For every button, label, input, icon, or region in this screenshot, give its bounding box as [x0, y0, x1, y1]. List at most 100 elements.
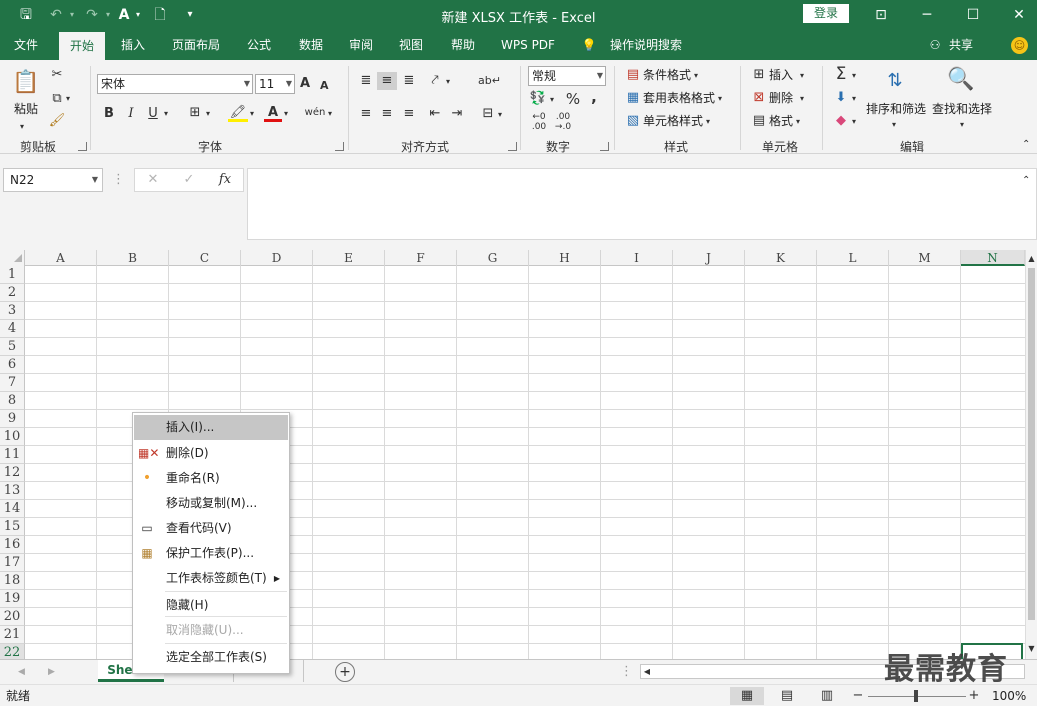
- find-dropdown-icon[interactable]: ▾: [960, 116, 964, 134]
- collapse-formula-bar-icon[interactable]: ⌃: [1022, 172, 1030, 190]
- row-header[interactable]: 17: [0, 554, 25, 572]
- context-menu-item[interactable]: 移动或复制(M)...: [134, 491, 288, 516]
- align-center-icon[interactable]: ≡: [377, 105, 397, 123]
- zoom-level[interactable]: 100%: [992, 687, 1026, 705]
- font-color-icon[interactable]: A: [264, 104, 282, 122]
- format-painter-icon[interactable]: 🖌: [48, 112, 66, 130]
- formula-input[interactable]: [247, 168, 1037, 240]
- align-top-icon[interactable]: ≣: [356, 72, 376, 90]
- next-sheet-icon[interactable]: ▶: [48, 663, 55, 681]
- increase-indent-icon[interactable]: ⇥: [447, 105, 467, 123]
- align-left-icon[interactable]: ≡: [356, 105, 376, 123]
- insert-cells-icon[interactable]: ⊞: [750, 66, 768, 84]
- font-name-combo[interactable]: 宋体 ▼: [97, 74, 253, 94]
- format-cells-button[interactable]: 格式: [769, 112, 793, 130]
- row-header[interactable]: 22: [0, 644, 25, 659]
- grow-font-icon[interactable]: A: [300, 75, 310, 93]
- column-header[interactable]: G: [457, 250, 529, 266]
- scroll-down-icon[interactable]: ▼: [1026, 640, 1037, 658]
- paste-icon[interactable]: 📋: [12, 68, 40, 98]
- close-icon[interactable]: ✕: [996, 0, 1037, 30]
- paste-button[interactable]: 粘贴: [14, 100, 38, 118]
- row-header[interactable]: 16: [0, 536, 25, 554]
- decrease-decimal-icon[interactable]: .00 →.0: [552, 112, 574, 132]
- context-menu-item[interactable]: ▦ 保护工作表(P)...: [134, 541, 288, 566]
- row-header[interactable]: 3: [0, 302, 25, 320]
- zoom-in-icon[interactable]: +: [968, 687, 980, 705]
- wrap-text-icon[interactable]: ab↵: [478, 72, 501, 90]
- context-menu-item[interactable]: 工作表标签颜色(T) ▶: [134, 566, 288, 591]
- row-header[interactable]: 18: [0, 572, 25, 590]
- scroll-left-icon[interactable]: ◀: [642, 663, 652, 681]
- row-header[interactable]: 12: [0, 464, 25, 482]
- borders-icon[interactable]: ⊞: [186, 104, 204, 122]
- font-size-combo[interactable]: 11 ▼: [255, 74, 295, 94]
- clear-dropdown-icon[interactable]: ▾: [852, 113, 856, 131]
- normal-view-icon[interactable]: ▦: [730, 687, 764, 705]
- number-launcher-icon[interactable]: [600, 142, 609, 151]
- sort-filter-icon[interactable]: ⇅: [878, 66, 912, 96]
- tab-file[interactable]: 文件: [4, 30, 48, 60]
- alignment-launcher-icon[interactable]: [508, 142, 517, 151]
- zoom-slider-thumb[interactable]: [914, 690, 918, 702]
- column-header[interactable]: M: [889, 250, 961, 266]
- column-header[interactable]: H: [529, 250, 601, 266]
- autosum-icon[interactable]: Σ: [832, 65, 850, 83]
- name-box[interactable]: N22 ▼: [3, 168, 103, 192]
- ribbon-display-options-icon[interactable]: ⊡: [858, 0, 904, 30]
- insert-dropdown-icon[interactable]: ▾: [800, 67, 804, 85]
- clear-icon[interactable]: ◆: [832, 112, 850, 130]
- enter-icon[interactable]: ✓: [179, 171, 199, 189]
- save-icon[interactable]: 🖫: [16, 5, 36, 25]
- scroll-up-icon[interactable]: ▲: [1026, 250, 1037, 268]
- row-header[interactable]: 4: [0, 320, 25, 338]
- cancel-icon[interactable]: ✕: [143, 171, 163, 189]
- tab-split-handle-icon[interactable]: ⋮: [620, 663, 633, 681]
- new-sheet-icon[interactable]: +: [335, 662, 355, 682]
- conditional-formatting-button[interactable]: 条件格式: [643, 66, 691, 84]
- column-header[interactable]: L: [817, 250, 889, 266]
- percent-style-icon[interactable]: %: [564, 90, 582, 108]
- bold-button[interactable]: B: [100, 105, 118, 123]
- collapse-ribbon-icon[interactable]: ⌃: [1022, 136, 1030, 154]
- fill-dropdown-icon[interactable]: ▾: [852, 90, 856, 108]
- row-header[interactable]: 11: [0, 446, 25, 464]
- feedback-smiley-icon[interactable]: ☺: [1011, 37, 1028, 54]
- row-header[interactable]: 20: [0, 608, 25, 626]
- row-header[interactable]: 10: [0, 428, 25, 446]
- orientation-icon[interactable]: ⤤: [425, 72, 445, 90]
- cell-styles-button[interactable]: 单元格样式: [643, 112, 703, 130]
- conditional-dropdown-icon[interactable]: ▾: [694, 67, 698, 85]
- insert-cells-button[interactable]: 插入: [769, 66, 793, 84]
- font-launcher-icon[interactable]: [335, 142, 344, 151]
- row-header[interactable]: 21: [0, 626, 25, 644]
- column-header[interactable]: F: [385, 250, 457, 266]
- format-dropdown-icon[interactable]: ▾: [796, 113, 800, 131]
- delete-cells-icon[interactable]: ⊠: [750, 89, 768, 107]
- accounting-dropdown-icon[interactable]: ▾: [550, 91, 554, 109]
- row-header[interactable]: 2: [0, 284, 25, 302]
- column-header[interactable]: K: [745, 250, 817, 266]
- orientation-dropdown-icon[interactable]: ▾: [446, 73, 450, 91]
- tab-formulas[interactable]: 公式: [238, 30, 280, 60]
- cell-styles-dropdown-icon[interactable]: ▾: [706, 113, 710, 131]
- fill-color-dropdown-icon[interactable]: ▾: [250, 105, 254, 123]
- cut-icon[interactable]: ✂: [48, 66, 66, 84]
- tab-data[interactable]: 数据: [290, 30, 332, 60]
- row-header[interactable]: 8: [0, 392, 25, 410]
- context-menu-item[interactable]: ▦✕ 删除(D): [134, 441, 288, 466]
- autosum-dropdown-icon[interactable]: ▾: [852, 67, 856, 85]
- column-header[interactable]: I: [601, 250, 673, 266]
- context-menu-item[interactable]: 插入(I)...: [134, 415, 288, 440]
- tab-review[interactable]: 审阅: [340, 30, 382, 60]
- undo-dropdown-icon[interactable]: ▾: [62, 5, 82, 25]
- row-header[interactable]: 7: [0, 374, 25, 392]
- tab-home[interactable]: 开始: [59, 32, 105, 60]
- format-as-table-button[interactable]: 套用表格格式: [643, 89, 715, 107]
- increase-decimal-icon[interactable]: ←0.00: [528, 112, 550, 132]
- clipboard-launcher-icon[interactable]: [78, 142, 87, 151]
- customize-quick-access-icon[interactable]: ▾: [180, 5, 200, 25]
- page-break-view-icon[interactable]: ▥: [812, 687, 842, 705]
- row-header[interactable]: 19: [0, 590, 25, 608]
- row-header[interactable]: 1: [0, 266, 25, 284]
